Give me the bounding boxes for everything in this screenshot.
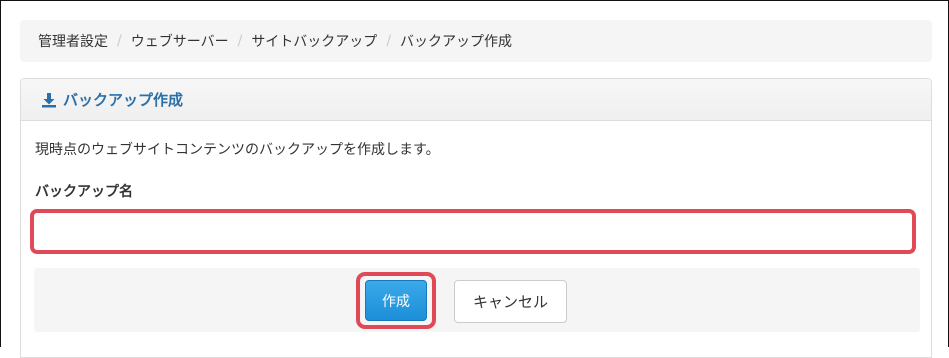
breadcrumb-separator: / [386, 33, 392, 49]
cancel-button[interactable]: キャンセル [454, 280, 567, 323]
backup-create-panel: バックアップ作成 現時点のウェブサイトコンテンツのバックアップを作成します。 バ… [20, 78, 932, 358]
breadcrumb-separator: / [117, 33, 122, 49]
breadcrumb-admin-settings[interactable]: 管理者設定 [38, 31, 108, 51]
breadcrumb: 管理者設定 / ウェブサーバー / サイトバックアップ / バックアップ作成 [20, 20, 932, 62]
app-frame: 管理者設定 / ウェブサーバー / サイトバックアップ / バックアップ作成 バ… [0, 0, 949, 358]
breadcrumb-separator: / [237, 33, 243, 49]
breadcrumb-site-backup[interactable]: サイトバックアップ [251, 31, 377, 51]
create-button[interactable]: 作成 [365, 280, 427, 321]
backup-name-input[interactable] [30, 209, 916, 254]
panel-heading: バックアップ作成 [21, 79, 931, 121]
panel-description: 現時点のウェブサイトコンテンツのバックアップを作成します。 [35, 142, 440, 158]
breadcrumb-web-server[interactable]: ウェブサーバー [131, 31, 229, 51]
breadcrumb-current-page: バックアップ作成 [400, 34, 513, 50]
backup-name-label: バックアップ名 [35, 184, 133, 200]
panel-title: バックアップ作成 [63, 91, 184, 109]
action-bar: 作成 キャンセル [34, 268, 920, 332]
download-icon [41, 92, 57, 108]
